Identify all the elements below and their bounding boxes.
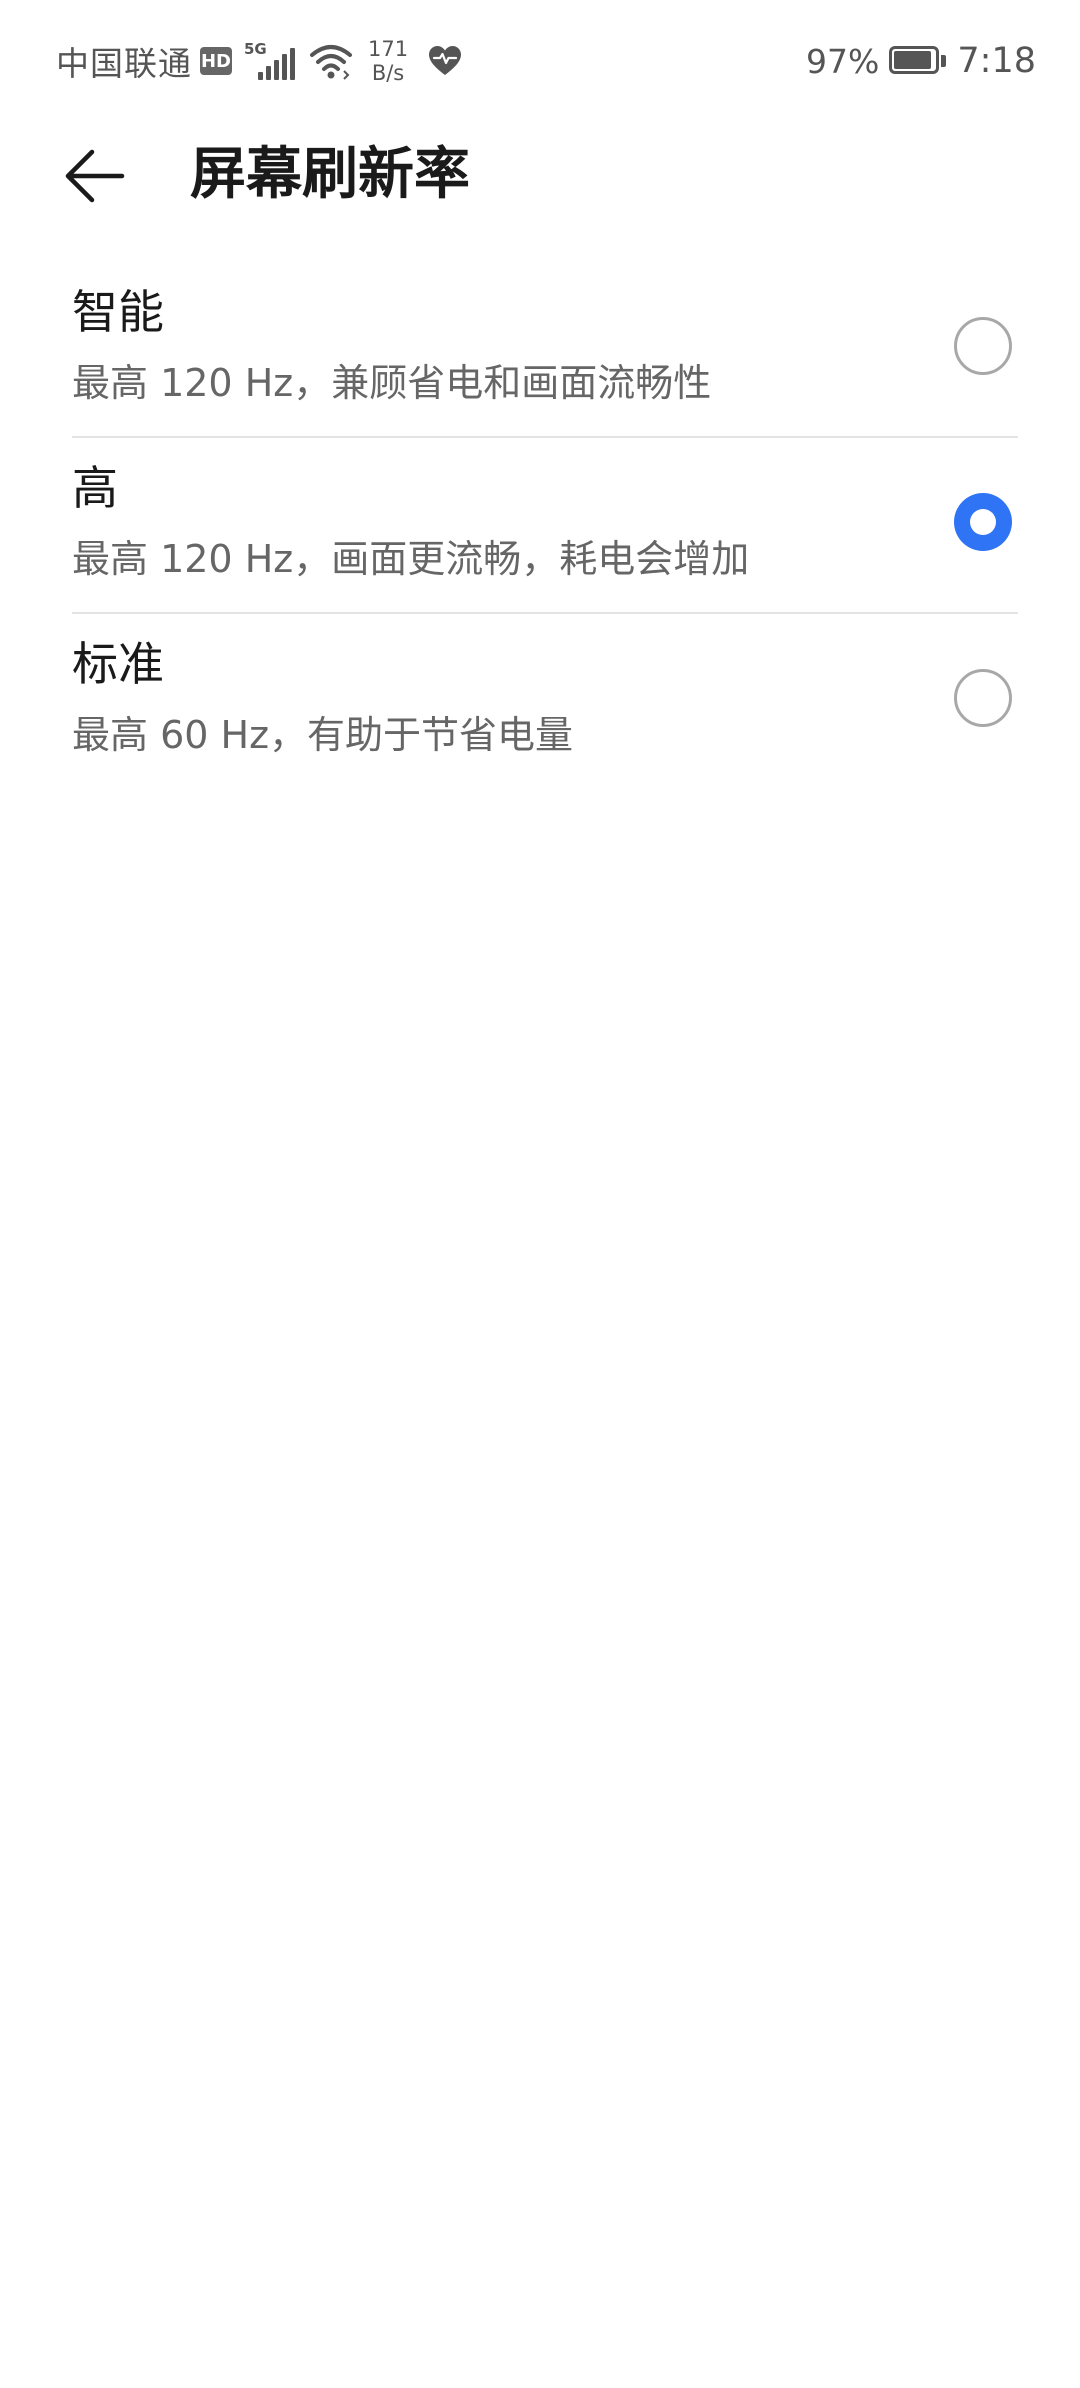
clock: 7:18 [957,41,1036,81]
option-title: 标准 [72,637,164,691]
option-description: 最高 60 Hz，有助于节省电量 [72,713,574,757]
option-high[interactable]: 高 最高 120 Hz，画面更流畅，耗电会增加 [0,438,1080,614]
status-bar-left: 中国联通 HD 5G 171 B/s [56,36,462,86]
battery-percent: 97% [806,41,880,81]
health-heart-icon [429,46,462,75]
app-header: 屏幕刷新率 [0,120,1080,230]
option-smart[interactable]: 智能 最高 120 Hz，兼顾省电和画面流畅性 [0,262,1080,438]
radio-button[interactable] [954,317,1012,375]
option-standard[interactable]: 标准 最高 60 Hz，有助于节省电量 [0,614,1080,790]
status-bar: 中国联通 HD 5G 171 B/s 97% 7:18 [0,0,1080,120]
signal-5g-icon: 5G [244,40,296,82]
radio-button[interactable] [954,493,1012,551]
back-button[interactable] [52,134,136,218]
network-speed-unit: B/s [371,61,405,85]
option-title: 高 [72,461,118,515]
carrier-name: 中国联通 [56,44,192,83]
page-title: 屏幕刷新率 [190,142,470,207]
arrow-left-icon [65,149,125,203]
radio-button[interactable] [954,669,1012,727]
option-description: 最高 120 Hz，画面更流畅，耗电会增加 [72,537,750,581]
refresh-rate-options: 智能 最高 120 Hz，兼顾省电和画面流畅性 高 最高 120 Hz，画面更流… [0,262,1080,790]
network-speed-value: 171 [368,37,409,61]
option-description: 最高 120 Hz，兼顾省电和画面流畅性 [72,361,712,405]
battery-icon [889,46,947,76]
option-title: 智能 [72,285,164,339]
network-speed: 171 B/s [368,37,408,85]
wifi-icon [310,45,352,80]
signal-bars [258,48,295,80]
status-bar-right: 97% 7:18 [806,36,1036,86]
hd-icon: HD [200,47,232,75]
